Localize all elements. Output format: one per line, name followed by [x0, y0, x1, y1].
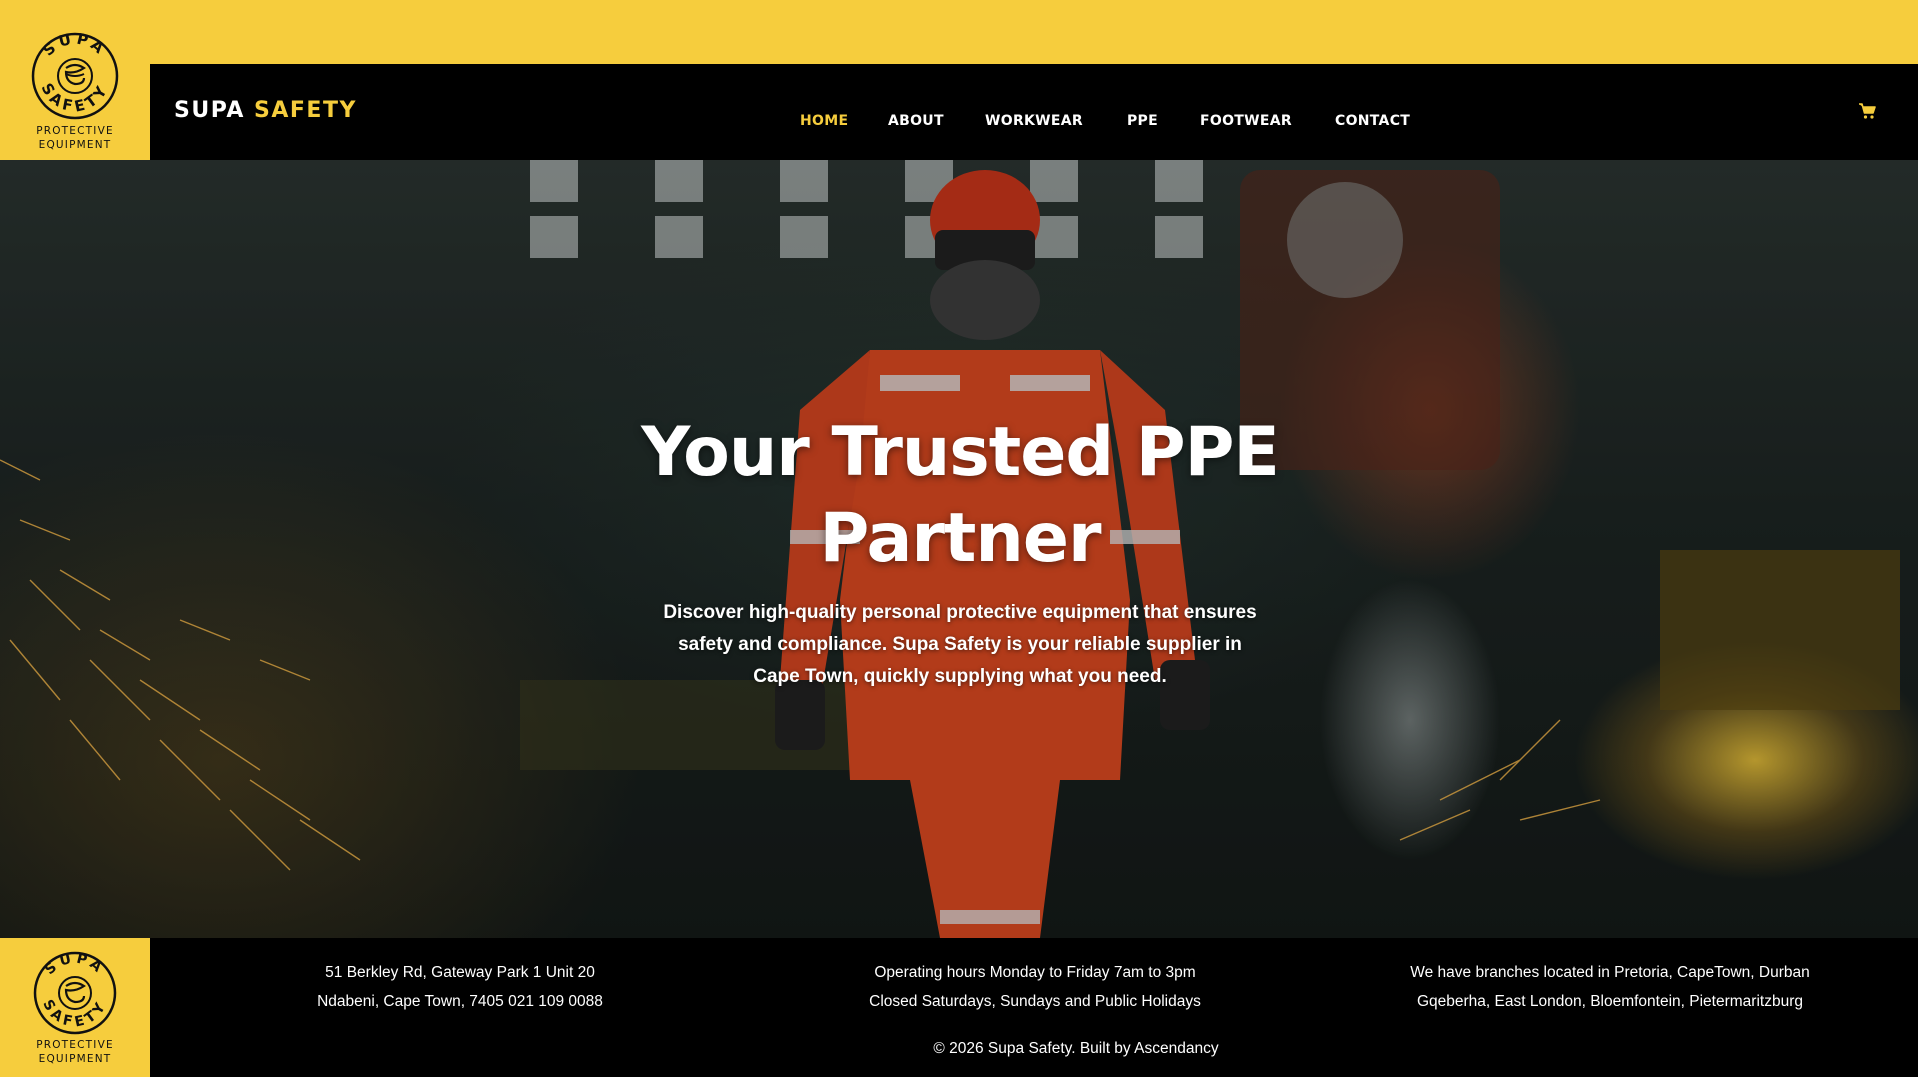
- hero-title-line-1: Your Trusted PPE: [641, 413, 1280, 492]
- footer-branches: We have branches located in Pretoria, Ca…: [1380, 958, 1840, 1016]
- footer-hours-line-1: Operating hours Monday to Friday 7am to …: [874, 964, 1196, 981]
- hero-title: Your Trusted PPE Partner: [560, 410, 1360, 582]
- footer-branches-line-1: We have branches located in Pretoria, Ca…: [1410, 964, 1810, 981]
- logo[interactable]: SUPA SAFETY PROTECTIVE EQUIPMENT: [0, 12, 150, 160]
- footer: 51 Berkley Rd, Gateway Park 1 Unit 20 Nd…: [0, 938, 1918, 1077]
- nav-item-footwear[interactable]: FOOTWEAR: [1200, 110, 1292, 132]
- nav-item-about[interactable]: ABOUT: [888, 110, 944, 132]
- footer-logo-text-top: SUPA: [42, 950, 104, 978]
- hero-text-line-1: Discover high-quality personal protectiv…: [663, 602, 1257, 623]
- shopping-cart-icon[interactable]: [1858, 102, 1878, 120]
- logo-emblem: SUPA SAFETY PROTECTIVE EQUIPMENT: [31, 29, 119, 151]
- footer-address-line-1: 51 Berkley Rd, Gateway Park 1 Unit 20: [325, 964, 595, 981]
- hero-text-line-2: safety and compliance. Supa Safety is yo…: [678, 634, 1242, 655]
- hero-description: Discover high-quality personal protectiv…: [630, 597, 1290, 693]
- main-nav: HOME ABOUT WORKWEAR PPE FOOTWEAR CONTACT: [0, 110, 1918, 134]
- top-accent-bar: [0, 0, 1918, 64]
- nav-item-home[interactable]: HOME: [800, 110, 848, 132]
- footer-hours: Operating hours Monday to Friday 7am to …: [835, 958, 1235, 1016]
- svg-text:SUPA: SUPA: [42, 950, 108, 978]
- footer-logo-caption-1: PROTECTIVE: [36, 1039, 114, 1051]
- footer-logo-caption-2: EQUIPMENT: [39, 1053, 112, 1065]
- footer-address: 51 Berkley Rd, Gateway Park 1 Unit 20 Nd…: [290, 958, 630, 1016]
- nav-item-workwear[interactable]: WORKWEAR: [985, 110, 1083, 132]
- footer-address-line-2: Ndabeni, Cape Town, 7405 021 109 0088: [317, 993, 603, 1010]
- footer-copyright: © 2026 Supa Safety. Built by Ascendancy: [933, 1040, 1219, 1057]
- logo-caption-2: EQUIPMENT: [39, 139, 112, 151]
- footer-logo[interactable]: SUPA SAFETY PROTECTIVE EQUIPMENT: [0, 938, 150, 1077]
- footer-hours-line-2: Closed Saturdays, Sundays and Public Hol…: [869, 993, 1201, 1010]
- footer-logo-emblem: SUPA SAFETY PROTECTIVE EQUIPMENT: [33, 950, 117, 1065]
- footer-branches-line-2: Gqeberha, East London, Bloemfontein, Pie…: [1416, 993, 1803, 1010]
- hero-title-line-2: Partner: [819, 499, 1101, 578]
- nav-item-contact[interactable]: CONTACT: [1335, 110, 1410, 132]
- hero-text-line-3: Cape Town, quickly supplying what you ne…: [753, 666, 1167, 687]
- nav-item-ppe[interactable]: PPE: [1127, 110, 1158, 132]
